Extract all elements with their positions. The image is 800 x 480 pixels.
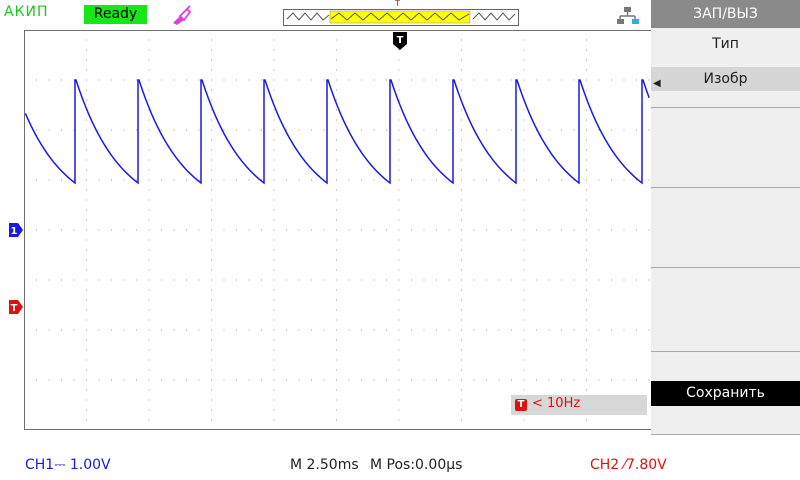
type-label: Тип bbox=[712, 36, 739, 52]
graticule-border bbox=[24, 30, 652, 430]
save-softkey[interactable]: Сохранить bbox=[651, 352, 800, 435]
trigger-position-icon: T bbox=[393, 32, 407, 50]
ch1-marker-icon: 1 bbox=[9, 223, 23, 237]
softkey-3[interactable] bbox=[651, 188, 800, 268]
svg-text:1: 1 bbox=[11, 226, 18, 237]
trigger-source-icon: T bbox=[515, 399, 527, 411]
softkey-2[interactable] bbox=[651, 108, 800, 188]
ch2-marker-icon: T bbox=[9, 300, 23, 314]
trigger-level-readout: CH2 ⁄7.80V bbox=[590, 457, 667, 473]
menu-title: ЗАП/ВЫЗ bbox=[651, 0, 800, 28]
selector-arrow-icon: ◀ bbox=[653, 78, 661, 89]
type-value-text: Изобр bbox=[703, 71, 748, 87]
type-value: ◀ Изобр bbox=[651, 67, 800, 91]
status-bar: CH1⎓ 1.00V M 2.50ms M Pos:0.00µs CH2 ⁄7.… bbox=[0, 435, 800, 480]
timebase-readout: M 2.50ms bbox=[290, 457, 359, 473]
save-button[interactable]: Сохранить bbox=[651, 381, 800, 406]
softkey-menu: ЗАП/ВЫЗ Тип ◀ Изобр Сохранить bbox=[651, 0, 800, 435]
frequency-readout: T < 10Hz bbox=[511, 395, 647, 415]
frequency-value: < 10Hz bbox=[532, 396, 581, 411]
probe-icon[interactable] bbox=[170, 4, 192, 26]
acquisition-status-badge: Ready bbox=[84, 5, 147, 24]
svg-text:T: T bbox=[11, 303, 18, 314]
ch1-scale-readout: CH1⎓ 1.00V bbox=[25, 457, 111, 473]
network-icon bbox=[617, 7, 639, 24]
brand-logo: АКИП bbox=[4, 4, 49, 20]
memory-depth-indicator bbox=[283, 9, 519, 26]
horizontal-position-readout: M Pos:0.00µs bbox=[370, 457, 463, 473]
trigger-position-top-marker: T bbox=[395, 0, 400, 8]
type-softkey[interactable]: Тип ◀ Изобр bbox=[651, 28, 800, 108]
svg-text:T: T bbox=[397, 35, 404, 46]
softkey-4[interactable] bbox=[651, 268, 800, 352]
waveform-display[interactable] bbox=[24, 30, 652, 430]
